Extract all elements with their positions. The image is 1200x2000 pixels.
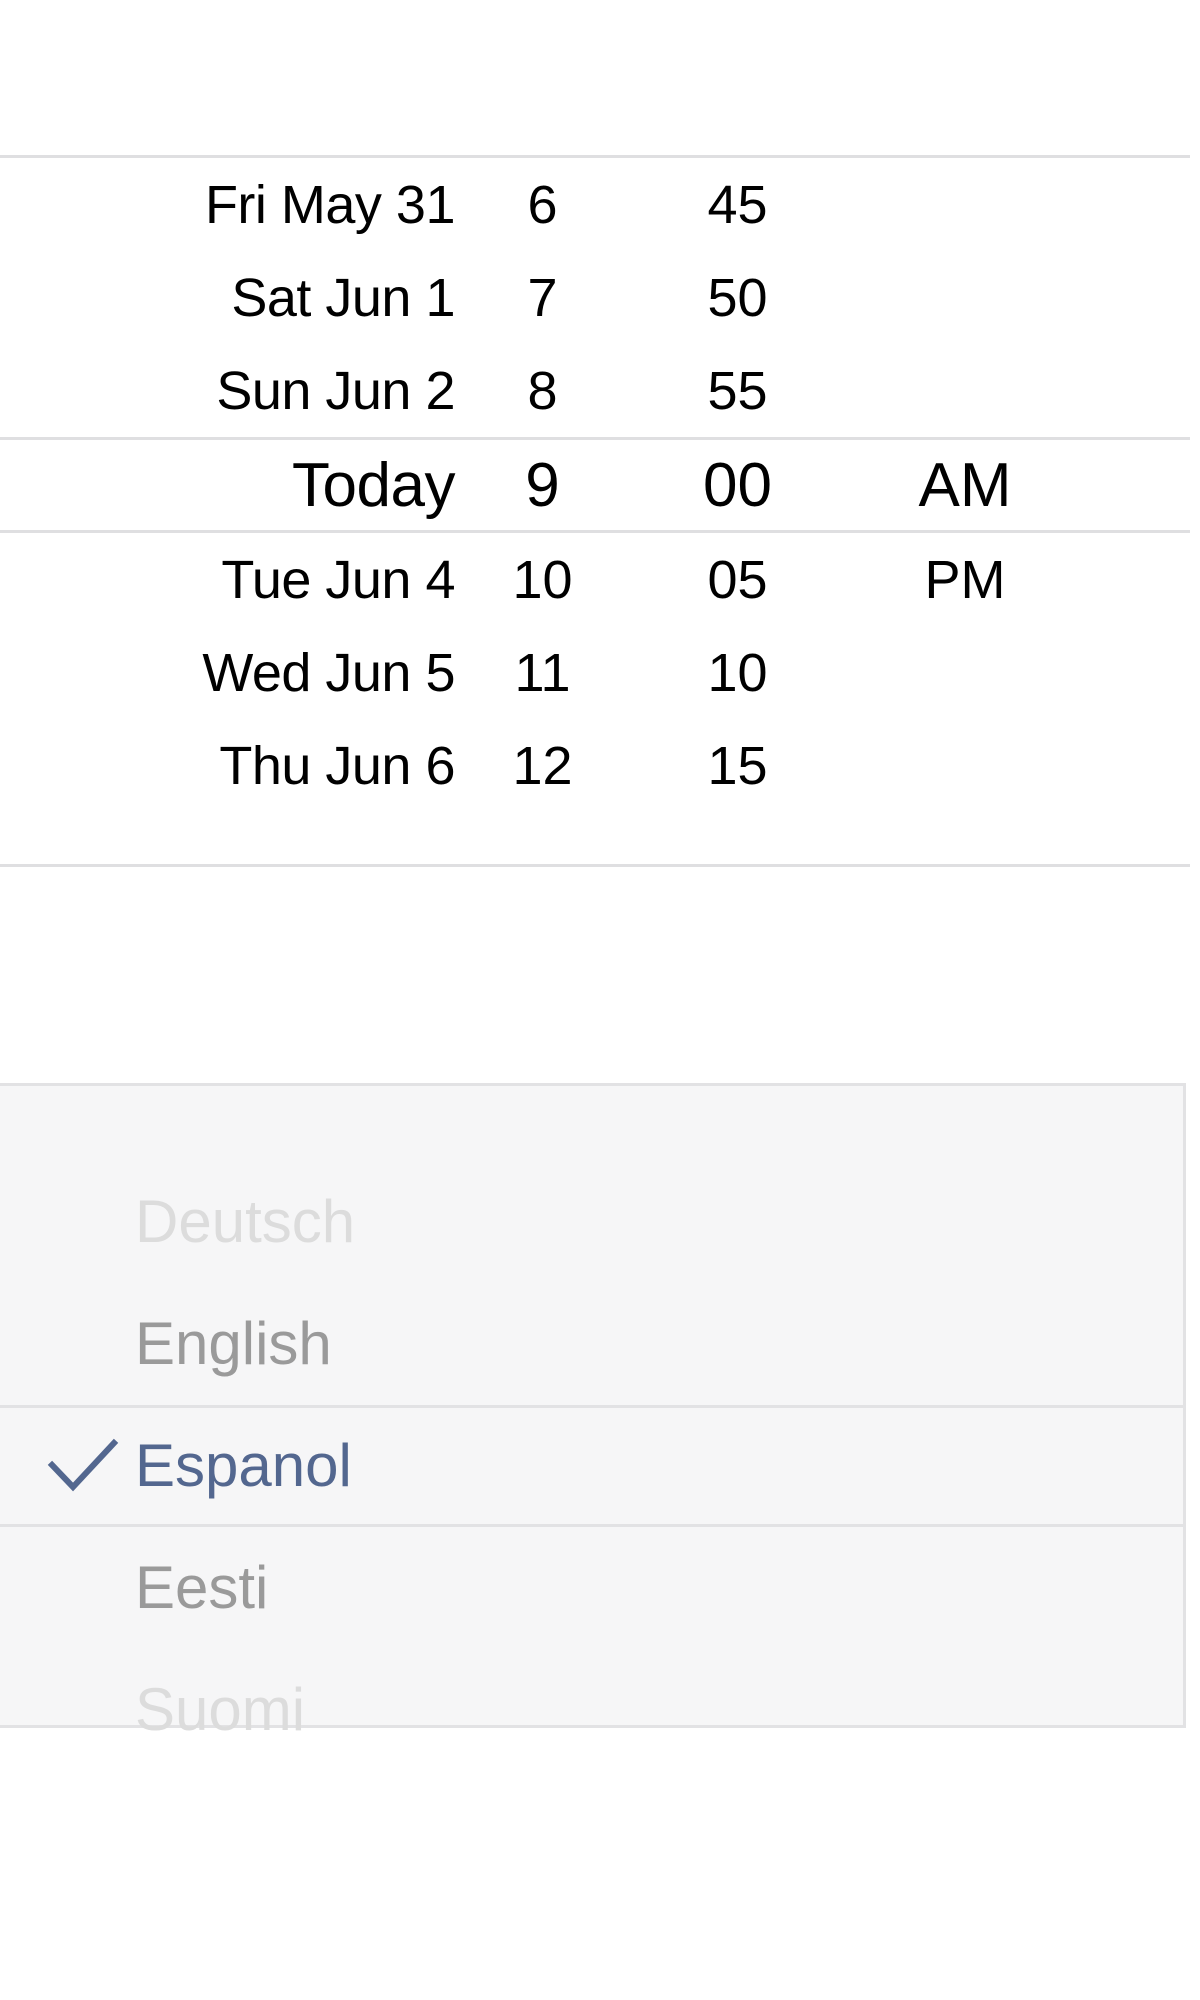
language-item-eesti[interactable]: Eesti: [0, 1527, 1183, 1649]
minute-cell: 05: [630, 549, 845, 611]
meridiem-cell: AM: [845, 450, 1085, 521]
language-item-suomi[interactable]: Suomi: [0, 1649, 1183, 1771]
date-cell: Sun Jun 2: [0, 360, 455, 422]
date-cell: Sat Jun 1: [0, 267, 455, 329]
date-cell: Wed Jun 5: [0, 642, 455, 704]
date-row[interactable]: Sun Jun 2855: [0, 344, 1190, 437]
date-row[interactable]: Fri May 31645: [0, 158, 1190, 251]
picker-bottom-padding: [0, 812, 1190, 864]
minute-cell: 45: [630, 174, 845, 236]
language-label: Suomi: [135, 1680, 305, 1740]
date-time-picker-rows: Fri May 31645Sat Jun 1750Sun Jun 2855Tod…: [0, 158, 1190, 812]
date-cell: Fri May 31: [0, 174, 455, 236]
hour-cell: 12: [455, 735, 630, 797]
language-item-espanol[interactable]: Espanol: [0, 1405, 1183, 1527]
date-cell: Thu Jun 6: [0, 735, 455, 797]
language-list-rows: Deutsch English Espanol Eesti Suomi: [0, 1161, 1183, 1771]
language-item-deutsch[interactable]: Deutsch: [0, 1161, 1183, 1283]
date-row-selected[interactable]: Today900AM: [0, 437, 1190, 533]
minute-cell: 00: [630, 450, 845, 521]
hour-cell: 7: [455, 267, 630, 329]
minute-cell: 55: [630, 360, 845, 422]
date-time-picker[interactable]: Fri May 31645Sat Jun 1750Sun Jun 2855Tod…: [0, 155, 1190, 867]
minute-cell: 15: [630, 735, 845, 797]
date-cell: Tue Jun 4: [0, 549, 455, 611]
hour-cell: 11: [455, 642, 630, 704]
language-label: Eesti: [135, 1558, 268, 1618]
date-cell: Today: [0, 450, 455, 521]
language-list-panel[interactable]: DeutschEnglishEspanolEestiSuomi: [0, 1083, 1186, 1728]
hour-cell: 8: [455, 360, 630, 422]
date-row[interactable]: Tue Jun 41005PM: [0, 533, 1190, 626]
language-label: Espanol: [135, 1436, 352, 1496]
hour-cell: 6: [455, 174, 630, 236]
language-label: Deutsch: [135, 1192, 355, 1252]
date-row[interactable]: Sat Jun 1750: [0, 251, 1190, 344]
hour-cell: 9: [455, 450, 630, 521]
language-label: English: [135, 1314, 332, 1374]
language-item-english[interactable]: English: [0, 1283, 1183, 1405]
meridiem-cell: PM: [845, 549, 1085, 611]
date-row[interactable]: Wed Jun 51110: [0, 626, 1190, 719]
minute-cell: 10: [630, 642, 845, 704]
hour-cell: 10: [455, 549, 630, 611]
screen: Fri May 31645Sat Jun 1750Sun Jun 2855Tod…: [0, 0, 1200, 2000]
language-list-top-padding: [0, 1086, 1183, 1161]
check-icon: [30, 1435, 135, 1497]
date-row[interactable]: Thu Jun 61215: [0, 719, 1190, 812]
minute-cell: 50: [630, 267, 845, 329]
